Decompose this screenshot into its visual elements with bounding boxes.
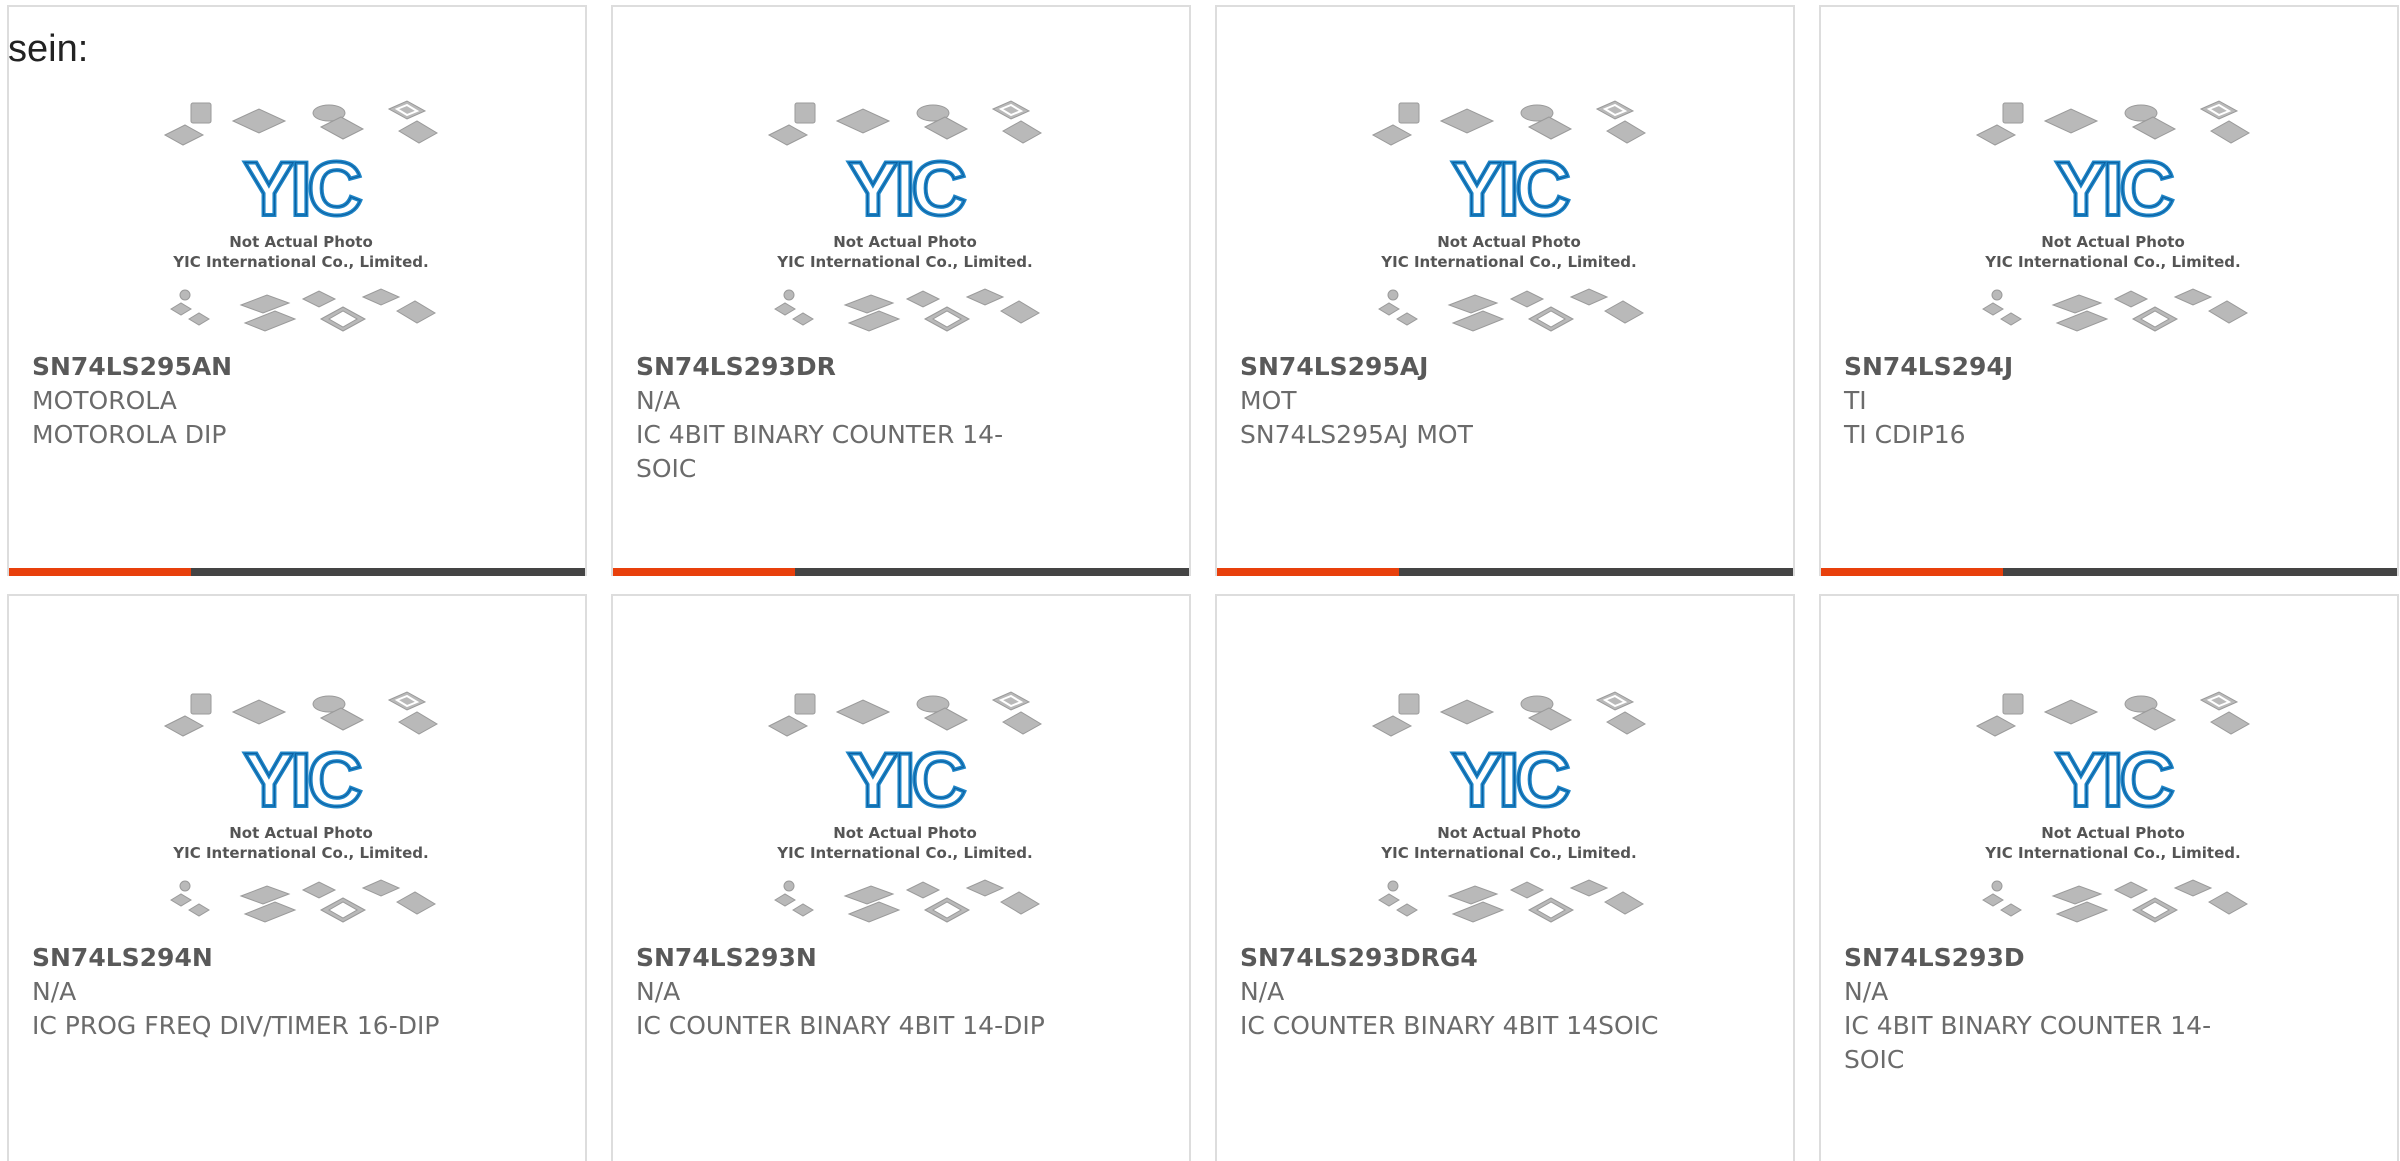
caption-line2: YIC International Co., Limited. — [1380, 844, 1636, 862]
chip-placeholder-icon: YIC YIC Not Actual Photo YIC Internation… — [163, 100, 438, 332]
accent-bar-segment — [1821, 568, 2003, 576]
caption-line2: YIC International Co., Limited. — [1984, 844, 2240, 862]
dark-bar-segment — [795, 568, 1189, 576]
caption-line2: YIC International Co., Limited. — [776, 253, 1032, 271]
product-info: SN74LS295AN MOTOROLA MOTOROLA DIP — [32, 350, 452, 452]
product-image-placeholder[interactable]: YIC YIC Not Actual Photo YIC Internation… — [1975, 688, 2251, 936]
part-number[interactable]: SN74LS293N — [636, 941, 1056, 975]
manufacturer: N/A — [32, 977, 77, 1006]
manufacturer: N/A — [1240, 977, 1285, 1006]
product-card[interactable]: YIC YIC Not Actual Photo YIC Internation… — [1819, 5, 2399, 576]
caption-line1: Not Actual Photo — [1437, 824, 1581, 842]
accent-bar-segment — [1217, 568, 1399, 576]
product-image-placeholder[interactable]: YIC YIC Not Actual Photo YIC Internation… — [1371, 688, 1647, 936]
svg-text:YIC: YIC — [1452, 147, 1569, 232]
manufacturer: N/A — [1844, 977, 1889, 1006]
description: IC 4BIT BINARY COUNTER 14-SOIC — [1844, 1011, 2212, 1074]
product-info: SN74LS294J TI TI CDIP16 — [1844, 350, 2264, 452]
caption-line1: Not Actual Photo — [2041, 824, 2185, 842]
product-info: SN74LS293N N/A IC COUNTER BINARY 4BIT 14… — [636, 941, 1056, 1043]
description: IC COUNTER BINARY 4BIT 14-DIP — [636, 1011, 1045, 1040]
svg-text:YIC: YIC — [2056, 738, 2173, 823]
product-card[interactable]: YIC YIC Not Actual Photo YIC Internation… — [7, 594, 587, 1161]
product-info: SN74LS293DR N/A IC 4BIT BINARY COUNTER 1… — [636, 350, 1056, 486]
chip-placeholder-icon: YIC YIC Not Actual Photo YIC Internation… — [1371, 691, 1646, 923]
description: SN74LS295AJ MOT — [1240, 420, 1473, 449]
product-image-placeholder[interactable]: YIC YIC Not Actual Photo YIC Internation… — [767, 97, 1043, 345]
svg-text:YIC: YIC — [244, 147, 361, 232]
caption-line1: Not Actual Photo — [833, 233, 977, 251]
svg-text:YIC: YIC — [848, 738, 965, 823]
accent-bar-segment — [9, 568, 191, 576]
manufacturer: N/A — [636, 386, 681, 415]
svg-text:YIC: YIC — [848, 147, 965, 232]
chip-placeholder-icon: YIC YIC Not Actual Photo YIC Internation… — [767, 691, 1042, 923]
svg-text:YIC: YIC — [1452, 738, 1569, 823]
dark-bar-segment — [1399, 568, 1793, 576]
svg-text:YIC: YIC — [244, 738, 361, 823]
chip-placeholder-icon: YIC YIC Not Actual Photo YIC Internation… — [1975, 691, 2250, 923]
product-image-placeholder[interactable]: YIC YIC Not Actual Photo YIC Internation… — [163, 688, 439, 936]
product-info: SN74LS295AJ MOT SN74LS295AJ MOT — [1240, 350, 1660, 452]
caption-line1: Not Actual Photo — [1437, 233, 1581, 251]
caption-line1: Not Actual Photo — [2041, 233, 2185, 251]
description: IC 4BIT BINARY COUNTER 14-SOIC — [636, 420, 1004, 483]
product-card[interactable]: YIC YIC Not Actual Photo YIC Internation… — [1819, 594, 2399, 1161]
product-image-placeholder[interactable]: YIC YIC Not Actual Photo YIC Internation… — [767, 688, 1043, 936]
caption-line1: Not Actual Photo — [229, 233, 373, 251]
product-card[interactable]: YIC YIC Not Actual Photo YIC Internation… — [1215, 594, 1795, 1161]
part-number[interactable]: SN74LS294N — [32, 941, 452, 975]
product-info: SN74LS293D N/A IC 4BIT BINARY COUNTER 14… — [1844, 941, 2264, 1077]
part-number[interactable]: SN74LS293D — [1844, 941, 2264, 975]
product-image-placeholder[interactable]: YIC YIC Not Actual Photo YIC Internation… — [1975, 97, 2251, 345]
product-image-placeholder[interactable]: YIC YIC Not Actual Photo YIC Internation… — [163, 97, 439, 345]
description: TI CDIP16 — [1844, 420, 1966, 449]
caption-line2: YIC International Co., Limited. — [1380, 253, 1636, 271]
part-number[interactable]: SN74LS295AN — [32, 350, 452, 384]
card-accent-bar — [613, 568, 1189, 576]
chip-placeholder-icon: YIC YIC Not Actual Photo YIC Internation… — [767, 100, 1042, 332]
product-grid: YIC YIC Not Actual Photo YIC Internation… — [7, 5, 2399, 1161]
dark-bar-segment — [2003, 568, 2397, 576]
description: IC PROG FREQ DIV/TIMER 16-DIP — [32, 1011, 440, 1040]
intro-text: sein: — [8, 28, 89, 70]
part-number[interactable]: SN74LS293DR — [636, 350, 1056, 384]
description: MOTOROLA DIP — [32, 420, 227, 449]
card-accent-bar — [9, 568, 585, 576]
product-card[interactable]: YIC YIC Not Actual Photo YIC Internation… — [7, 5, 587, 576]
product-card[interactable]: YIC YIC Not Actual Photo YIC Internation… — [611, 594, 1191, 1161]
accent-bar-segment — [613, 568, 795, 576]
page: YIC YIC Not Actual Photo YIC Internation… — [0, 0, 2400, 1161]
card-accent-bar — [1821, 568, 2397, 576]
description: IC COUNTER BINARY 4BIT 14SOIC — [1240, 1011, 1659, 1040]
dark-bar-segment — [191, 568, 585, 576]
part-number[interactable]: SN74LS295AJ — [1240, 350, 1660, 384]
caption-line1: Not Actual Photo — [229, 824, 373, 842]
caption-line2: YIC International Co., Limited. — [172, 844, 428, 862]
manufacturer: MOTOROLA — [32, 386, 177, 415]
product-card[interactable]: YIC YIC Not Actual Photo YIC Internation… — [611, 5, 1191, 576]
product-card[interactable]: YIC YIC Not Actual Photo YIC Internation… — [1215, 5, 1795, 576]
chip-placeholder-icon: YIC YIC Not Actual Photo YIC Internation… — [163, 691, 438, 923]
card-accent-bar — [1217, 568, 1793, 576]
caption-line1: Not Actual Photo — [833, 824, 977, 842]
part-number[interactable]: SN74LS294J — [1844, 350, 2264, 384]
chip-placeholder-icon: YIC YIC Not Actual Photo YIC Internation… — [1975, 100, 2250, 332]
svg-text:YIC: YIC — [2056, 147, 2173, 232]
manufacturer: TI — [1844, 386, 1867, 415]
product-image-placeholder[interactable]: YIC YIC Not Actual Photo YIC Internation… — [1371, 97, 1647, 345]
chip-placeholder-icon: YIC YIC Not Actual Photo YIC Internation… — [1371, 100, 1646, 332]
caption-line2: YIC International Co., Limited. — [776, 844, 1032, 862]
caption-line2: YIC International Co., Limited. — [172, 253, 428, 271]
part-number[interactable]: SN74LS293DRG4 — [1240, 941, 1660, 975]
manufacturer: MOT — [1240, 386, 1297, 415]
product-info: SN74LS293DRG4 N/A IC COUNTER BINARY 4BIT… — [1240, 941, 1660, 1043]
caption-line2: YIC International Co., Limited. — [1984, 253, 2240, 271]
product-info: SN74LS294N N/A IC PROG FREQ DIV/TIMER 16… — [32, 941, 452, 1043]
manufacturer: N/A — [636, 977, 681, 1006]
